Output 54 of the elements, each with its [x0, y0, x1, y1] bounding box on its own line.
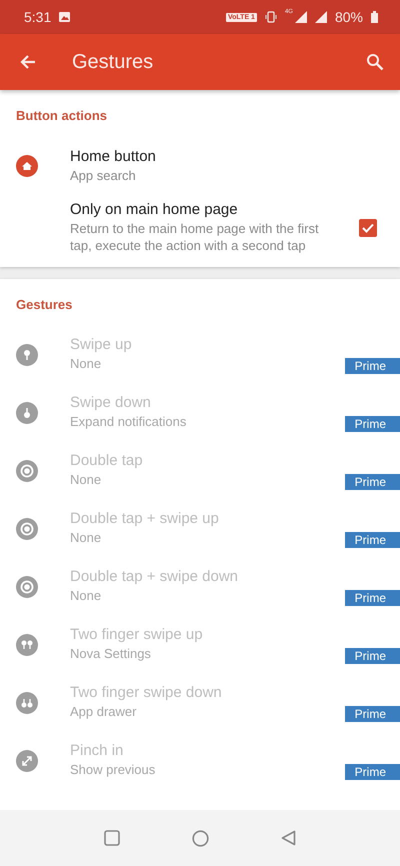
setting-row[interactable]: Home button App search	[0, 137, 400, 195]
setting-title: Double tap + swipe up	[70, 510, 219, 528]
signal-icon	[314, 11, 327, 23]
setting-summary: None	[70, 530, 102, 548]
circle-icon	[192, 830, 209, 846]
setting-summary: None	[70, 472, 102, 490]
prime-badge: Prime	[344, 590, 400, 606]
finger-swipe-down-icon	[16, 402, 38, 424]
setting-row[interactable]: Only on main home page Return to the main home page with the first tap, execute the action with a second tap	[0, 195, 400, 261]
triangle-back-icon	[281, 830, 296, 846]
setting-title: Only on main home page	[70, 201, 238, 218]
prime-badge: Prime	[344, 416, 400, 432]
setting-title: Double tap	[70, 452, 143, 470]
section-header: Button actions	[15, 107, 108, 125]
screen-title: Gestures	[72, 50, 154, 74]
double-tap-icon	[16, 460, 38, 482]
search-icon	[366, 53, 384, 71]
setting-title: Swipe up	[70, 336, 132, 354]
vibrate-icon	[264, 11, 277, 23]
prime-badge: Prime	[344, 648, 400, 664]
prime-badge: Prime	[344, 706, 400, 722]
battery-icon	[371, 11, 378, 23]
checkbox[interactable]	[359, 218, 377, 237]
setting-summary: Nova Settings	[70, 646, 151, 664]
setting-summary: App search	[70, 168, 136, 184]
setting-title: Home button	[70, 148, 156, 165]
setting-summary: Show previous	[70, 762, 156, 780]
setting-summary: None	[70, 356, 102, 374]
setting-title: Two finger swipe down	[70, 684, 222, 702]
setting-summary: None	[70, 588, 102, 606]
signal-icon	[294, 11, 307, 23]
pinch-icon	[16, 750, 38, 772]
prime-badge: Prime	[344, 474, 400, 490]
setting-title: Swipe down	[70, 394, 151, 412]
section-header: Gestures	[15, 296, 74, 314]
clock-text: 5:31	[24, 9, 52, 25]
prime-badge: Prime	[344, 358, 400, 374]
setting-title: Double tap + swipe down	[70, 568, 238, 586]
setting-summary: Return to the main home page with the first tap, execute the action with a second tap	[70, 221, 320, 255]
home-icon	[16, 155, 38, 177]
setting-title: Pinch in	[70, 742, 124, 760]
double-tap-icon	[16, 576, 38, 598]
two-finger-swipe-down-icon	[16, 692, 38, 714]
two-finger-swipe-up-icon	[16, 634, 38, 656]
square-icon	[104, 830, 120, 846]
setting-summary: App drawer	[70, 704, 136, 722]
double-tap-icon	[16, 518, 38, 540]
battery-percent-text: 80%	[334, 9, 363, 25]
finger-swipe-up-icon	[16, 344, 38, 366]
setting-title: Two finger swipe up	[70, 626, 203, 644]
image-icon	[59, 12, 70, 22]
prime-badge: Prime	[344, 764, 400, 780]
prime-badge: Prime	[344, 532, 400, 548]
setting-summary: Expand notifications	[70, 414, 186, 432]
